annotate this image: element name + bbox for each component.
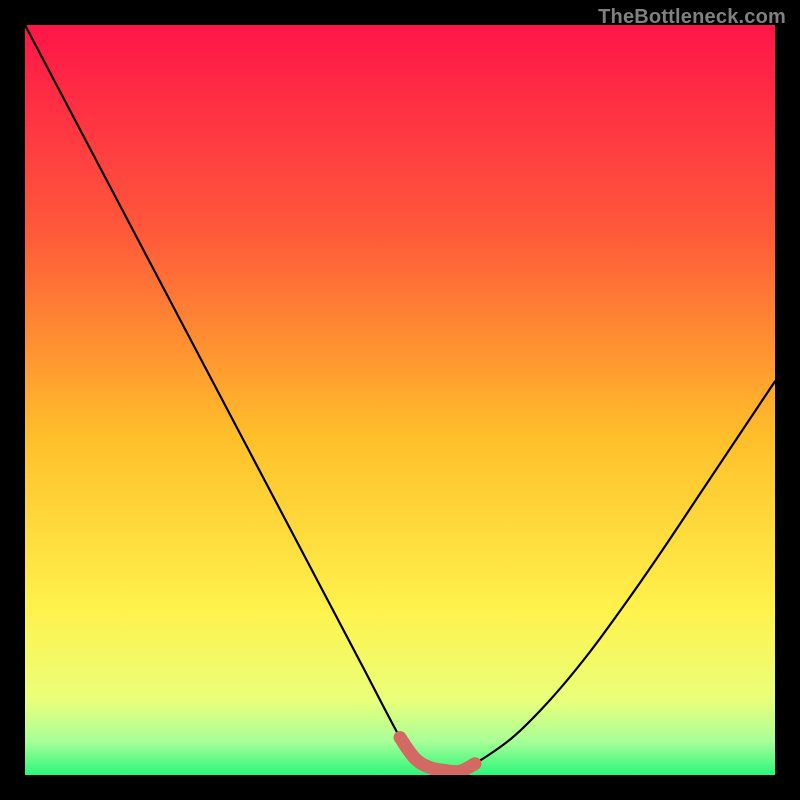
plot-area [25,25,775,775]
curve-layer [25,25,775,775]
bottleneck-curve [25,25,775,773]
highlight-segment [400,738,475,772]
chart-stage: TheBottleneck.com [0,0,800,800]
